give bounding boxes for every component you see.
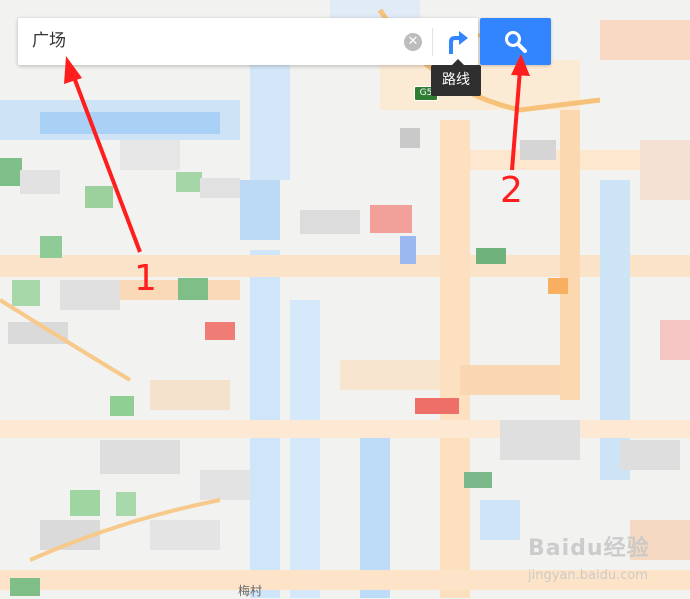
annotation-label-1: 1: [134, 258, 157, 299]
arrow-2: [510, 54, 530, 171]
annotation-label-2: 2: [500, 170, 523, 211]
arrow-1: [64, 56, 142, 253]
annotation-arrows: [64, 54, 530, 253]
watermark-url: jingyan.baidu.com: [528, 568, 648, 583]
watermark-logo: Baidu经验: [528, 536, 650, 561]
